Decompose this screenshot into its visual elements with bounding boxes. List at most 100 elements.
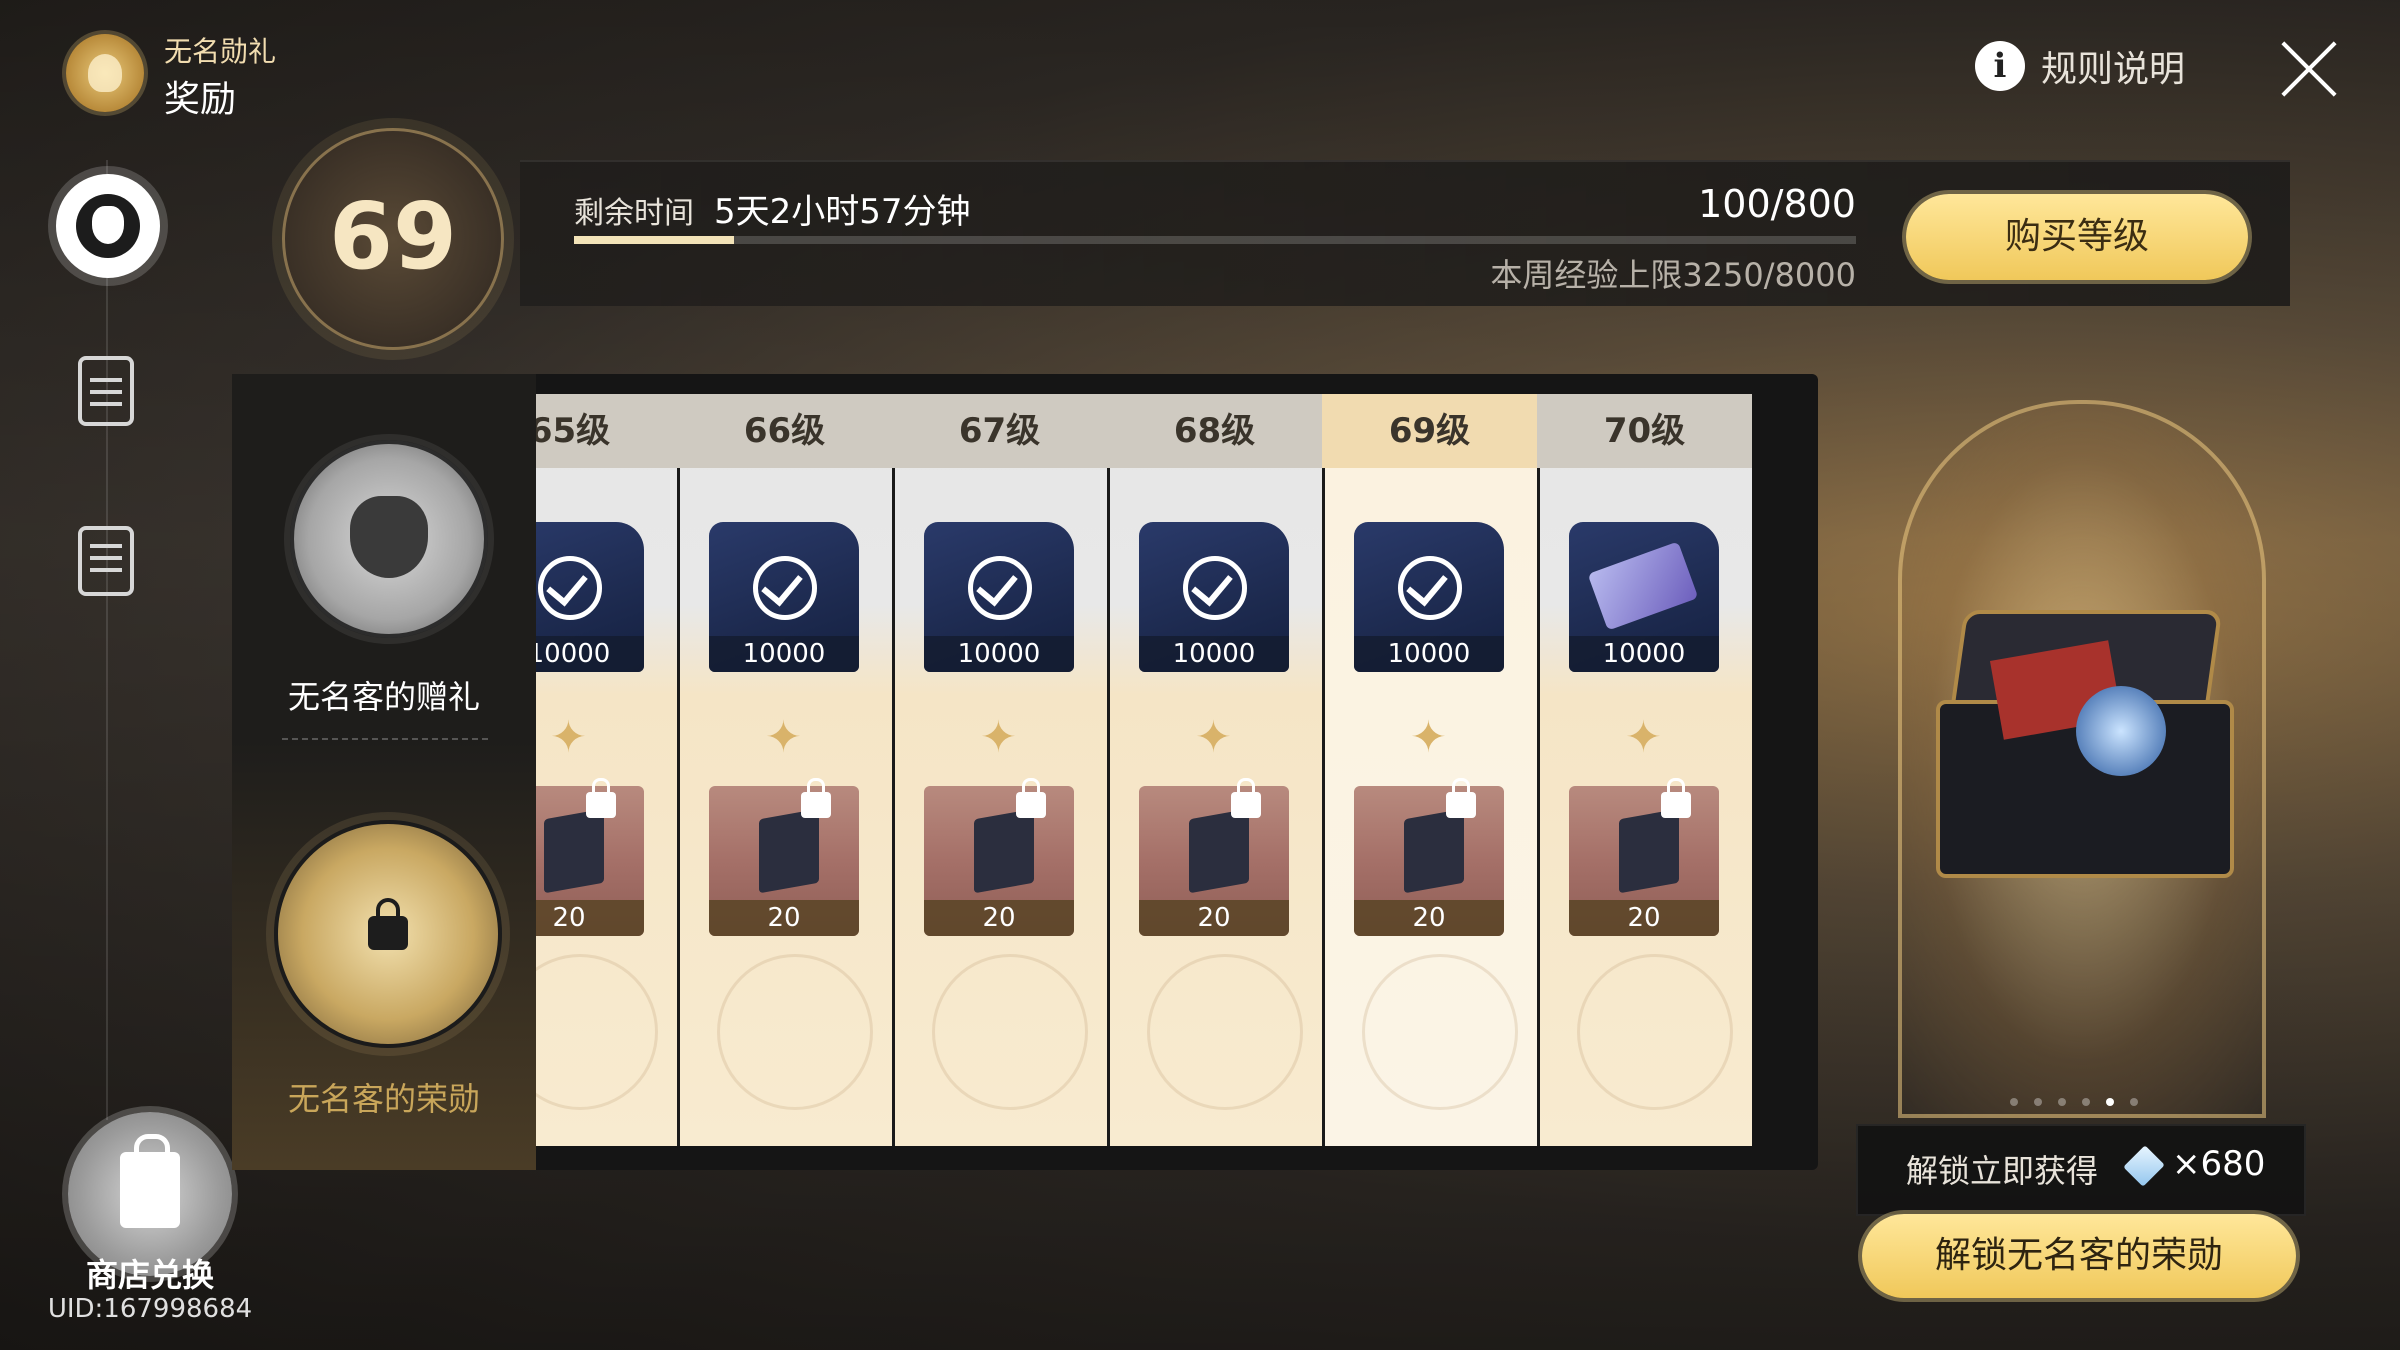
lock-icon xyxy=(1016,778,1046,818)
unlock-reward-qty: ×680 xyxy=(2172,1144,2266,1184)
paid-reward-item[interactable]: 20 xyxy=(924,786,1074,936)
lock-icon xyxy=(1446,778,1476,818)
watermark-seal-icon xyxy=(1362,954,1518,1110)
level-badge: 69 xyxy=(282,128,504,350)
pass-ticket-icon xyxy=(1587,541,1699,631)
divider-star-icon: ✦ xyxy=(1195,712,1232,763)
exp-book-icon xyxy=(1189,808,1249,894)
divider-star-icon: ✦ xyxy=(980,712,1017,763)
level-header: 66级 xyxy=(677,394,892,468)
paid-reward-item[interactable]: 20 xyxy=(709,786,859,936)
column-separator xyxy=(1537,394,1540,1146)
free-reward-item[interactable]: 10000 xyxy=(924,522,1074,672)
nav-logbook-icon[interactable] xyxy=(78,526,134,596)
level-column[interactable]: 70级 10000 ✦ 20 xyxy=(1537,394,1752,1146)
exp-book-icon xyxy=(1619,808,1679,894)
page-title: 奖励 xyxy=(164,79,237,120)
watermark-seal-icon xyxy=(932,954,1088,1110)
page-dot[interactable] xyxy=(2130,1098,2138,1106)
paid-reward-qty: 20 xyxy=(924,900,1074,936)
header-subtitle: 无名勋礼 xyxy=(164,35,277,68)
column-separator xyxy=(1107,394,1110,1146)
uid-text: UID:167998684 xyxy=(47,1294,253,1324)
exp-book-icon xyxy=(544,808,604,894)
claimed-check-icon xyxy=(1398,556,1462,620)
level-header: 65级 xyxy=(536,394,677,468)
free-reward-qty: 10000 xyxy=(924,636,1074,672)
level-column[interactable]: 65级 10000 ✦ 20 xyxy=(536,394,677,1146)
level-header: 70级 xyxy=(1537,394,1752,468)
paid-reward-qty: 20 xyxy=(709,900,859,936)
level-column[interactable]: 68级 10000 ✦ 20 xyxy=(1107,394,1322,1146)
exp-progress-bar xyxy=(574,236,1856,244)
level-column[interactable]: 66级 10000 ✦ 20 xyxy=(677,394,892,1146)
divider-star-icon: ✦ xyxy=(550,712,587,763)
lock-icon xyxy=(1231,778,1261,818)
paid-reward-qty: 20 xyxy=(1569,900,1719,936)
free-reward-qty: 10000 xyxy=(709,636,859,672)
level-column[interactable]: 69级 10000 ✦ 20 xyxy=(1322,394,1537,1146)
free-reward-qty: 10000 xyxy=(1354,636,1504,672)
lock-icon xyxy=(1661,778,1691,818)
paid-reward-item[interactable]: 20 xyxy=(1569,786,1719,936)
close-icon[interactable] xyxy=(2276,36,2342,102)
lock-icon xyxy=(586,778,616,818)
exp-book-icon xyxy=(1404,808,1464,894)
page-dot[interactable] xyxy=(2058,1098,2066,1106)
rules-button[interactable]: i 规则说明 xyxy=(1975,40,2185,92)
showcase-page-dots[interactable] xyxy=(2010,1098,2138,1106)
level-header: 69级 xyxy=(1322,394,1537,468)
lock-icon xyxy=(801,778,831,818)
claimed-check-icon xyxy=(968,556,1032,620)
page-dot[interactable] xyxy=(2082,1098,2090,1106)
free-reward-item[interactable]: 10000 xyxy=(1354,522,1504,672)
weekly-exp-cap: 本周经验上限3250/8000 xyxy=(1490,256,1856,294)
paid-reward-qty: 20 xyxy=(1354,900,1504,936)
level-column[interactable]: 67级 10000 ✦ 20 xyxy=(892,394,1107,1146)
page-dot[interactable] xyxy=(2106,1098,2114,1106)
exp-book-icon xyxy=(974,808,1034,894)
free-reward-item[interactable]: 10000 xyxy=(1139,522,1289,672)
unlock-tip-text: 解锁立即获得 xyxy=(1906,1152,2099,1190)
page-dot[interactable] xyxy=(2010,1098,2018,1106)
info-icon: i xyxy=(1975,41,2025,91)
claimed-check-icon xyxy=(1183,556,1247,620)
exp-book-icon xyxy=(759,808,819,894)
free-reward-qty: 10000 xyxy=(536,636,644,672)
nav-rewards-icon[interactable] xyxy=(56,174,160,278)
free-reward-item[interactable]: 10000 xyxy=(1569,522,1719,672)
unlock-honor-button[interactable]: 解锁无名客的荣勋 xyxy=(1862,1214,2296,1298)
lock-icon xyxy=(368,898,408,950)
tier-divider xyxy=(282,738,488,740)
column-separator xyxy=(1322,394,1325,1146)
paid-tier-label: 无名客的荣勋 xyxy=(287,1080,480,1118)
watermark-seal-icon xyxy=(1147,954,1303,1110)
page-dot[interactable] xyxy=(2034,1098,2042,1106)
nameless-honor-logo-icon xyxy=(66,34,144,112)
buy-level-button[interactable]: 购买等级 xyxy=(1906,194,2248,280)
paid-reward-qty: 20 xyxy=(536,900,644,936)
rules-label: 规则说明 xyxy=(2041,49,2186,90)
free-reward-item[interactable]: 10000 xyxy=(536,522,644,672)
divider-star-icon: ✦ xyxy=(1410,712,1447,763)
nav-track xyxy=(106,160,108,1120)
paid-tier-emblem-icon xyxy=(274,820,502,1048)
exp-progress-fill xyxy=(574,236,735,244)
watermark-seal-icon xyxy=(717,954,873,1110)
level-track[interactable]: 65级 10000 ✦ 20 66级 10000 ✦ 20 67级 10000 ✦ 20 68级 1000… xyxy=(536,394,1784,1146)
claimed-check-icon xyxy=(753,556,817,620)
nav-missions-clipboard-icon[interactable] xyxy=(78,356,134,426)
paid-reward-item[interactable]: 20 xyxy=(1139,786,1289,936)
free-reward-item[interactable]: 10000 xyxy=(709,522,859,672)
shop-exchange-label[interactable]: 商店兑换 xyxy=(40,1250,260,1296)
exp-value: 100/800 xyxy=(1698,182,1856,226)
level-header: 67级 xyxy=(892,394,1107,468)
column-separator xyxy=(677,394,680,1146)
time-remaining-value: 5天2小时57分钟 xyxy=(714,192,971,232)
shopping-bag-icon xyxy=(120,1134,180,1228)
divider-star-icon: ✦ xyxy=(765,712,802,763)
paid-reward-qty: 20 xyxy=(1139,900,1289,936)
paid-reward-item[interactable]: 20 xyxy=(1354,786,1504,936)
column-separator xyxy=(892,394,895,1146)
free-reward-qty: 10000 xyxy=(1569,636,1719,672)
